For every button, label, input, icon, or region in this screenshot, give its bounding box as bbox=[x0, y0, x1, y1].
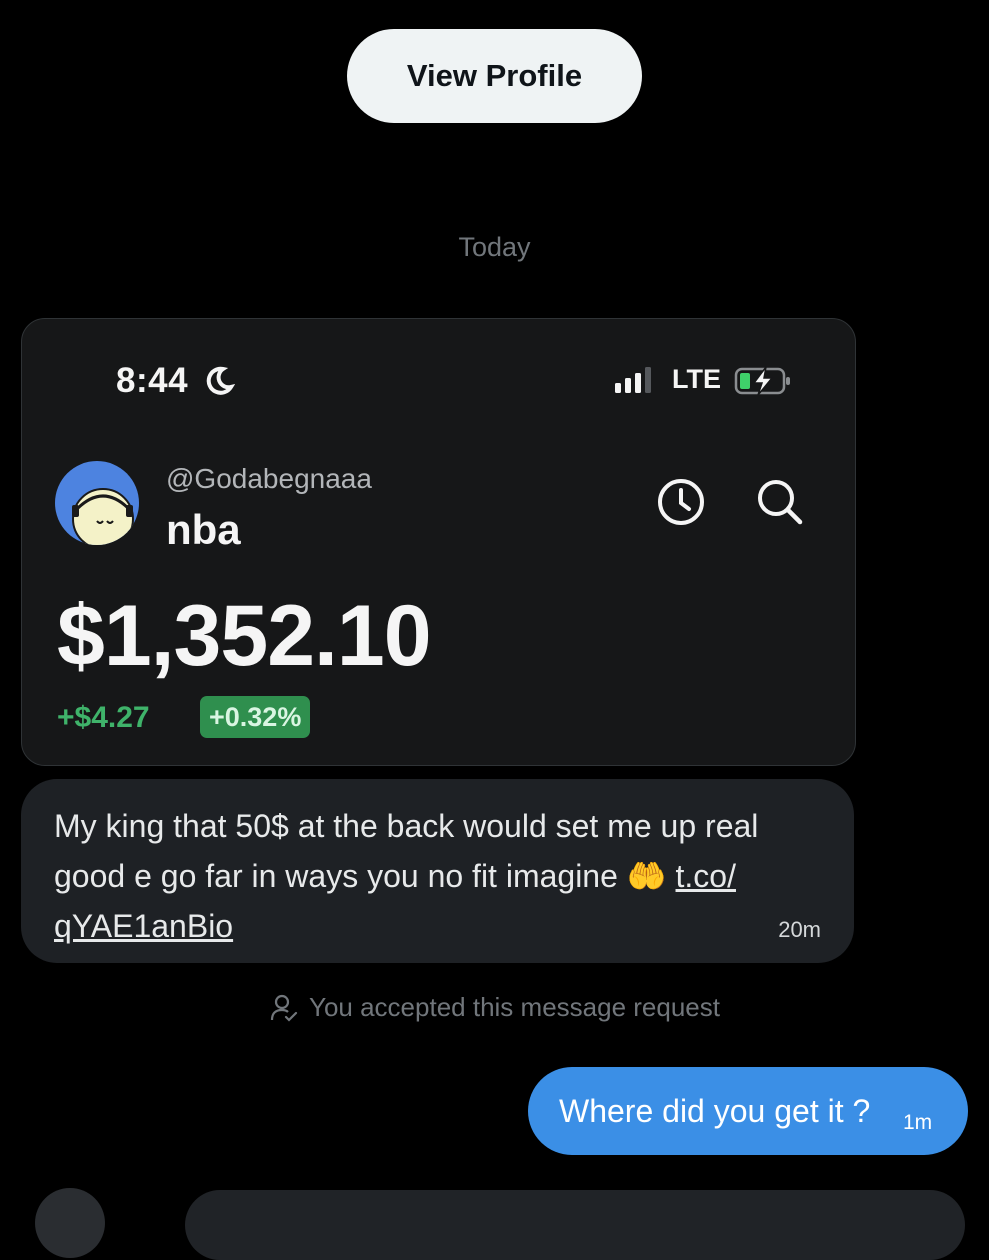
outgoing-message-bubble[interactable]: Where did you get it ? 1m bbox=[528, 1067, 968, 1155]
incoming-message-text: My king that 50$ at the back would set m… bbox=[54, 801, 829, 951]
message-request-note-text: You accepted this message request bbox=[309, 992, 720, 1022]
composer-avatar[interactable] bbox=[35, 1188, 105, 1258]
message-link-part-1[interactable]: t.co/ bbox=[676, 858, 736, 894]
search-icon bbox=[758, 480, 803, 525]
balance-change-percent-badge: +0.32% bbox=[200, 696, 311, 738]
incoming-message-bubble[interactable]: My king that 50$ at the back would set m… bbox=[21, 779, 854, 963]
message-composer[interactable] bbox=[185, 1190, 965, 1260]
moon-icon bbox=[206, 366, 235, 395]
signal-icon bbox=[615, 367, 651, 393]
view-profile-button[interactable]: View Profile bbox=[347, 29, 642, 123]
status-time: 8:44 bbox=[116, 361, 189, 400]
clock-icon bbox=[658, 479, 704, 525]
message-request-note: You accepted this message request bbox=[0, 992, 989, 1023]
account-avatar bbox=[55, 461, 139, 545]
incoming-message-body: My king that 50$ at the back would set m… bbox=[54, 808, 759, 894]
network-label: LTE bbox=[672, 364, 721, 394]
account-name: nba bbox=[166, 506, 241, 553]
portfolio-balance: $1,352.10 bbox=[57, 588, 432, 684]
message-link-part-2[interactable]: qYAE1anBio bbox=[54, 908, 233, 944]
image-attachment[interactable]: 8:44 LTE @Godabegnaaa nba $1,352.10 +$4.… bbox=[21, 318, 856, 766]
person-check-icon bbox=[270, 994, 298, 1022]
avatar-face-icon bbox=[72, 488, 134, 545]
outgoing-message-text: Where did you get it ? bbox=[559, 1093, 871, 1129]
balance-change-amount: +$4.27 bbox=[57, 701, 150, 734]
date-separator: Today bbox=[458, 232, 531, 262]
incoming-message-time: 20m bbox=[778, 917, 821, 942]
battery-charging-icon bbox=[734, 366, 790, 396]
account-handle: @Godabegnaaa bbox=[166, 463, 372, 494]
outgoing-message-time: 1m bbox=[903, 1111, 933, 1134]
